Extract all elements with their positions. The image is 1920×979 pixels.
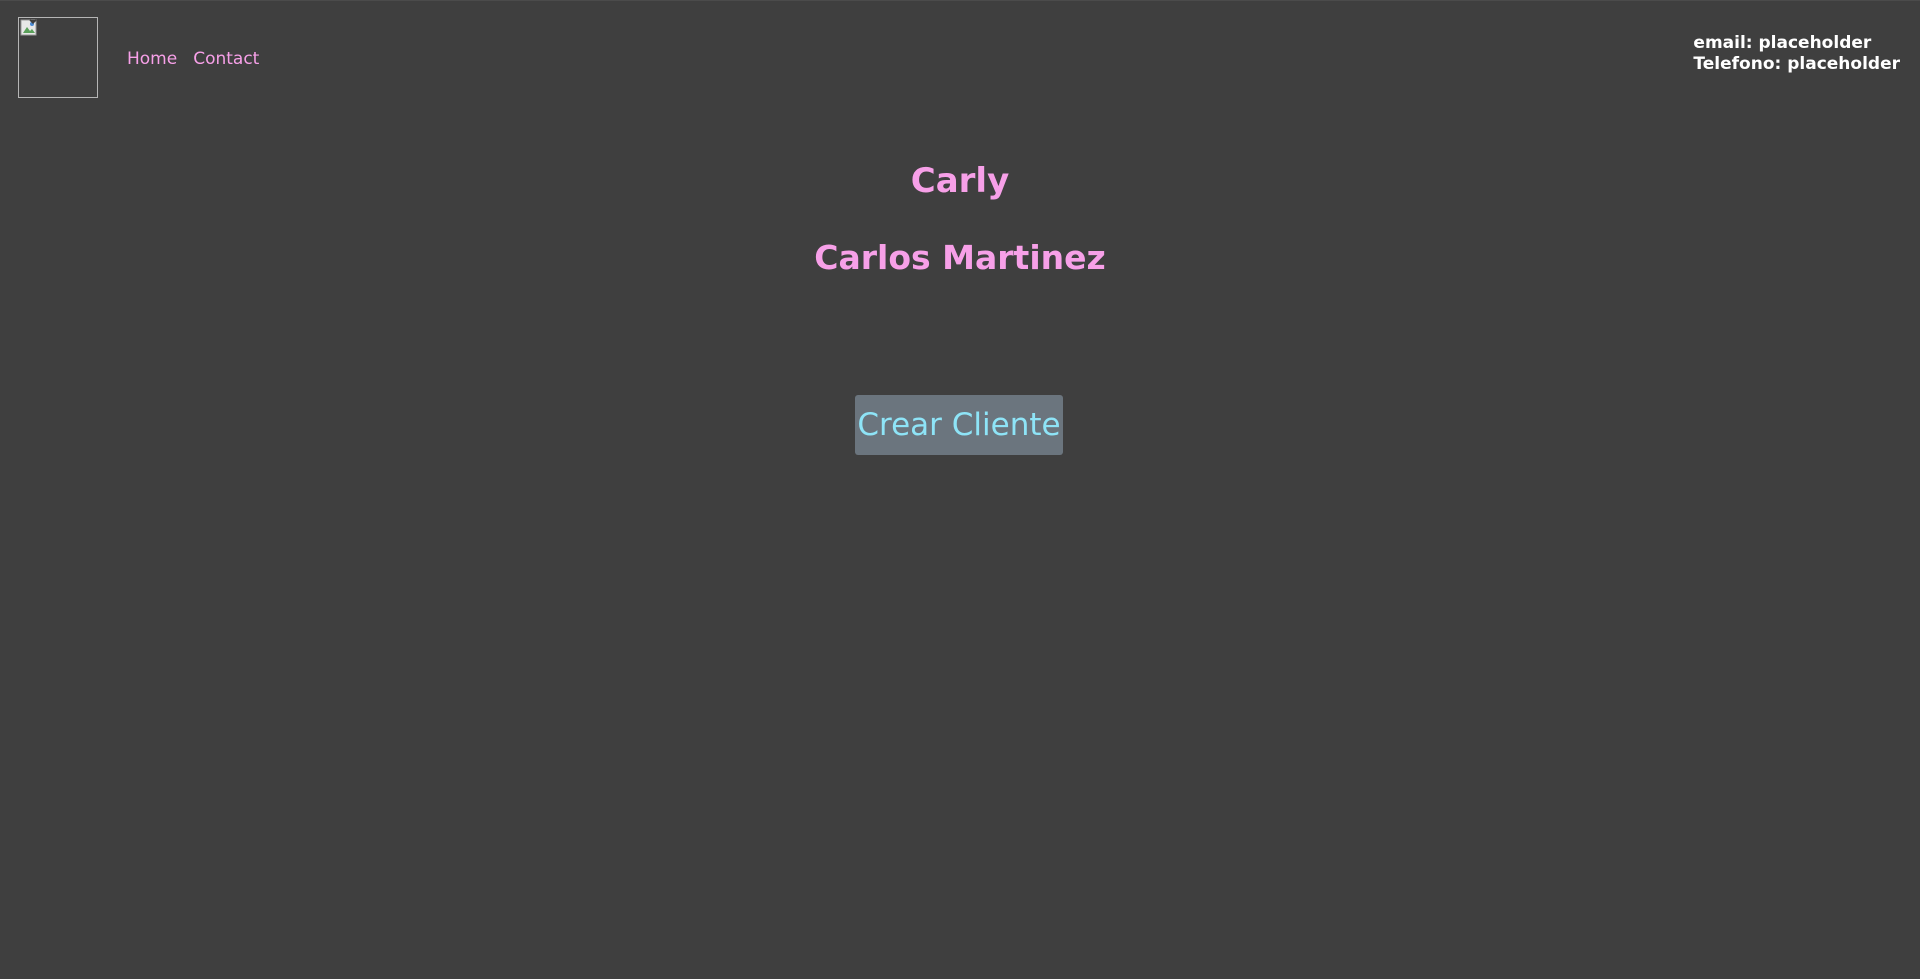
client-full-name: Carlos Martinez [814,238,1106,277]
main-nav: Home Contact [127,48,259,70]
contact-phone: Telefono: placeholder [1693,54,1900,74]
client-short-name: Carly [910,161,1010,201]
nav-link-contact[interactable]: Contact [193,48,259,70]
create-client-button[interactable]: Crear Cliente [855,395,1063,455]
contact-email: email: placeholder [1693,33,1872,53]
nav-link-home[interactable]: Home [127,48,177,70]
page: Home Contact email: placeholder Telefono… [0,0,1920,979]
broken-image-icon [20,19,37,36]
logo-image[interactable] [18,17,98,98]
contact-info: email: placeholder Telefono: placeholder [1693,33,1900,75]
